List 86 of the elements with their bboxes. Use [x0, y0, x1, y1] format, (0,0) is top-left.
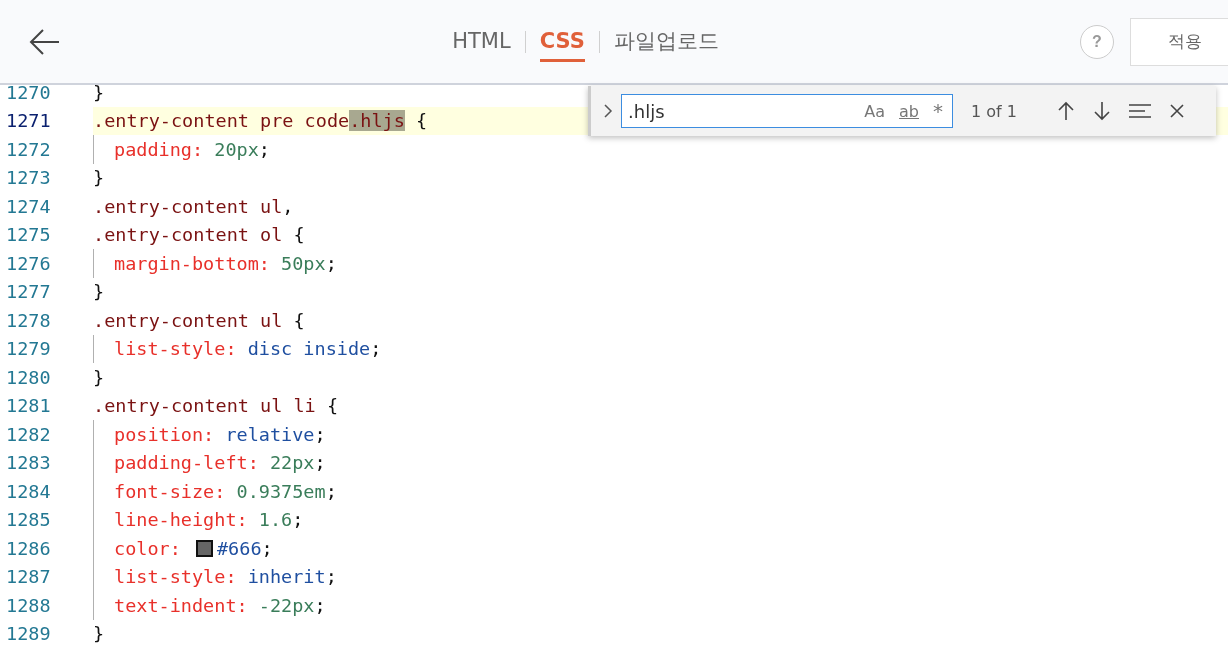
indent-guide: [93, 334, 94, 363]
line-number: 1288: [5, 594, 52, 616]
tab[interactable]: HTML: [452, 21, 511, 62]
find-input-field[interactable]: .hljs Aa ab *: [621, 94, 953, 128]
selection-lines-icon[interactable]: [1128, 103, 1151, 119]
line-number: 1285: [5, 509, 52, 531]
help-button[interactable]: ?: [1080, 24, 1114, 59]
line-number: 1279: [5, 338, 52, 360]
css-property: padding:: [114, 138, 204, 160]
code-punctuation: ;: [258, 138, 270, 160]
line-number: 1282: [5, 423, 52, 445]
code-punctuation: {: [292, 224, 305, 246]
line-number: 1283: [5, 452, 52, 474]
line-number: 1275: [5, 224, 52, 246]
indent-guide: [93, 135, 94, 164]
code-punctuation: }: [93, 366, 105, 388]
back-arrow-icon[interactable]: [29, 27, 61, 56]
css-value: disc inside: [246, 338, 371, 360]
css-property: font-size:: [114, 480, 226, 502]
code-punctuation: {: [325, 395, 339, 417]
css-property: padding-left:: [114, 452, 259, 474]
arrow-down-icon[interactable]: [1092, 101, 1111, 121]
color-swatch[interactable]: [195, 539, 213, 557]
apply-button[interactable]: 적용: [1130, 17, 1228, 66]
tab[interactable]: CSS: [539, 21, 585, 62]
line-number: 1270: [5, 81, 52, 103]
line-number: 1274: [5, 195, 52, 217]
code-punctuation: }: [93, 81, 105, 103]
code-punctuation: ;: [261, 537, 273, 559]
css-selector: .entry-content ol: [93, 224, 283, 246]
chevron-right-icon[interactable]: [603, 103, 613, 119]
css-selector: .entry-content pre code: [93, 110, 350, 132]
css-property: text-indent:: [114, 594, 248, 616]
search-match: .hljs: [349, 110, 405, 132]
css-value: inherit: [246, 566, 326, 588]
line-number: 1287: [5, 566, 52, 588]
code-punctuation: {: [415, 110, 428, 132]
css-property: line-height:: [114, 509, 248, 531]
code-punctuation: ;: [325, 480, 337, 502]
line-number: 1272: [5, 138, 52, 160]
code-punctuation: }: [93, 281, 105, 303]
css-property: list-style:: [114, 566, 237, 588]
code-punctuation: ,: [282, 195, 294, 217]
close-icon[interactable]: [1168, 103, 1185, 119]
line-number: 1286: [5, 537, 52, 559]
css-property: position:: [114, 423, 215, 445]
line-number: 1278: [5, 309, 52, 331]
find-option-toggle[interactable]: *: [930, 97, 946, 125]
code-punctuation: ;: [314, 594, 326, 616]
line-number: 1281: [5, 395, 52, 417]
css-value: 1.6: [257, 509, 293, 531]
css-property: color:: [114, 537, 182, 559]
css-value: 22px: [268, 452, 315, 474]
code-punctuation: ;: [370, 338, 382, 360]
line-number: 1284: [5, 480, 52, 502]
css-value: -22px: [257, 594, 315, 616]
css-property: list-style:: [114, 338, 237, 360]
code-punctuation: ;: [325, 566, 337, 588]
code-punctuation: }: [93, 167, 105, 189]
css-selector: .entry-content ul li: [93, 395, 316, 417]
find-option-toggle[interactable]: ab: [896, 99, 922, 123]
indent-guide: [93, 249, 94, 278]
code-punctuation: ;: [314, 452, 326, 474]
line-number: 1280: [5, 366, 52, 388]
line-number: 1271: [5, 110, 52, 132]
code-punctuation: ;: [325, 252, 337, 274]
line-number: 1289: [5, 623, 52, 645]
code-punctuation: }: [93, 623, 105, 645]
css-value: relative: [224, 423, 315, 445]
css-value: 0.9375em: [235, 480, 326, 502]
css-selector: .entry-content ul: [93, 309, 283, 331]
css-property: margin-bottom:: [114, 252, 270, 274]
css-value: #666: [216, 537, 262, 559]
line-number: 1273: [5, 167, 52, 189]
arrow-up-icon[interactable]: [1056, 101, 1075, 121]
line-number: 1276: [5, 252, 52, 274]
code-punctuation: {: [292, 309, 305, 331]
code-punctuation: ;: [292, 509, 304, 531]
line-number: 1277: [5, 281, 52, 303]
css-value: 50px: [280, 252, 326, 274]
tab[interactable]: 파일업로드: [613, 19, 719, 64]
css-selector: .entry-content ul: [93, 195, 283, 217]
match-count: 1 of 1: [971, 101, 1017, 121]
css-value: 20px: [213, 138, 259, 160]
code-punctuation: ;: [314, 423, 326, 445]
find-option-toggle[interactable]: Aa: [861, 99, 889, 123]
